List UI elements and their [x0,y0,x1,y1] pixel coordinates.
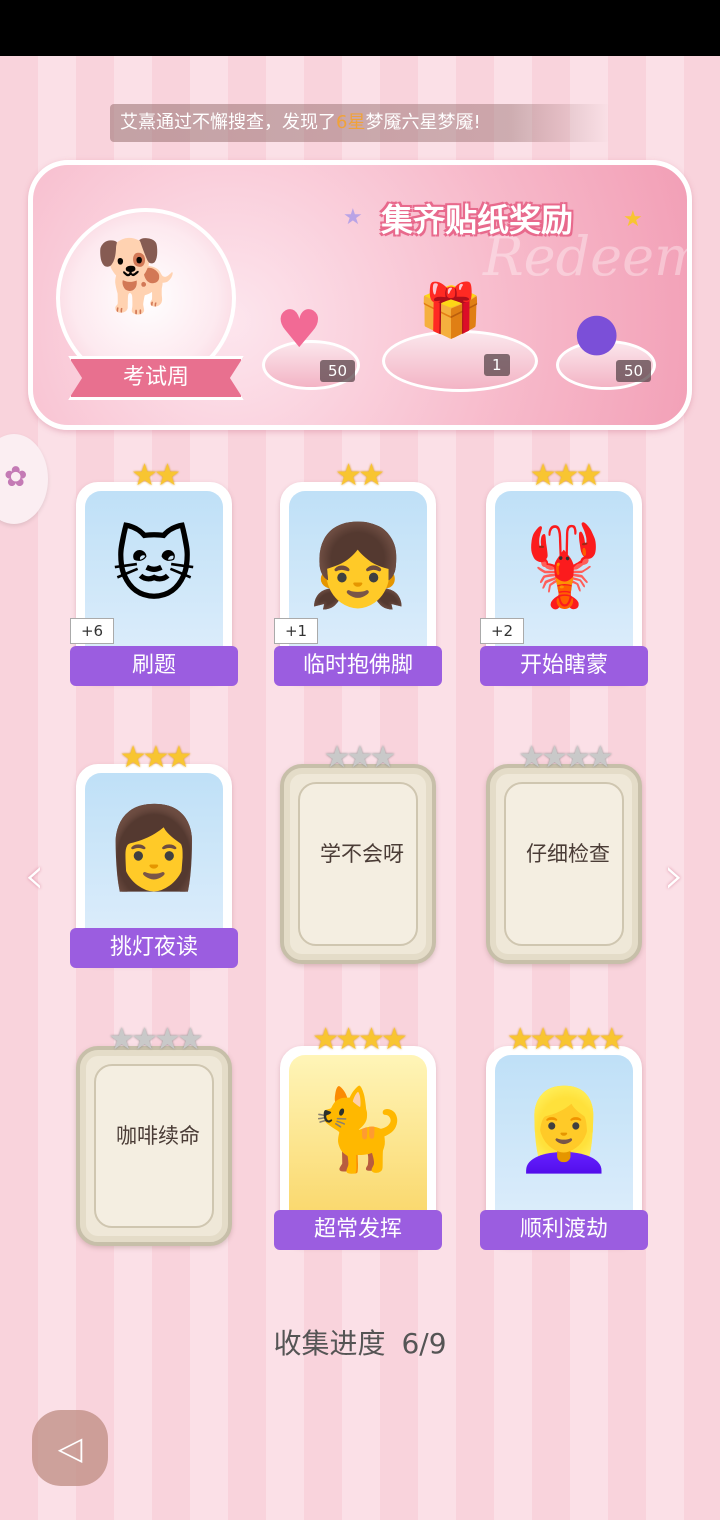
card-label: 咖啡续命 [116,1124,200,1148]
card-label: 刷题 [70,646,238,686]
card-frame: 学不会呀 [280,764,436,964]
announcement-ticker: 艾熹通过不懈搜查，发现了6星梦魇六星梦魇! [110,104,610,142]
star-rating: ★★ [131,458,181,493]
back-arrow-icon: ◁ [57,1429,83,1467]
sticker-card[interactable]: 🐱 ★★ +6 刷题 [70,458,238,690]
star-rating: ★★★ [529,458,603,493]
sticker-card[interactable]: 🐈 ★★★★ 超常发挥 [274,1022,442,1254]
shiba-dog-icon: 🐕 [95,235,183,317]
star-rating: ★★★★ [108,1022,204,1057]
reward-count: 1 [484,354,510,376]
progress-value: 6/9 [401,1327,447,1360]
count-badge: +1 [274,618,318,644]
fan-icon: ✿ [4,460,28,493]
collection-progress: 收集进度 6/9 [0,1322,720,1362]
star-icon: ★ [623,207,643,232]
card-label: 仔细检查 [526,842,610,866]
card-label: 开始瞎蒙 [480,646,648,686]
card-label: 临时抱佛脚 [274,646,442,686]
star-rating: ★★★★ [312,1022,408,1057]
heart-gem-icon[interactable]: ♥ [276,300,323,360]
reward-count: 50 [320,360,356,382]
ticker-text: 艾熹通过不懈搜查，发现了 [120,112,336,133]
ticker-highlight: 6星 [336,112,366,133]
count-badge: +2 [480,618,524,644]
card-label: 挑灯夜读 [70,928,238,968]
sticker-card[interactable]: 👩 ★★★ 挑灯夜读 [70,740,238,972]
reward-count: 50 [616,360,652,382]
count-badge: +6 [70,618,114,644]
card-label: 顺利渡劫 [480,1210,648,1250]
card-label: 超常发挥 [274,1210,442,1250]
sticker-card[interactable]: 👧 ★★ +1 临时抱佛脚 [274,458,442,690]
back-button[interactable]: ◁ [32,1410,108,1486]
sticker-card-locked[interactable]: 咖啡续命 ★★★★ [70,1022,238,1254]
progress-label: 收集进度 [273,1327,386,1360]
sticker-card-locked[interactable]: 仔细检查 ★★★★ [480,740,648,972]
card-frame: 咖啡续命 [76,1046,232,1246]
star-rating: ★★★ [119,740,193,775]
star-icon: ★ [343,205,363,230]
gift-box-icon[interactable]: 🎁 [418,280,483,341]
star-rating: ★★★★★ [506,1022,625,1057]
card-frame: 仔细检查 [486,764,642,964]
ticker-text-suffix: 梦魇六星梦魇! [365,112,481,133]
card-label: 学不会呀 [320,842,404,866]
prev-page-arrow[interactable]: ‹ [24,846,45,906]
purple-orb-icon[interactable]: ● [574,302,619,362]
status-bar [0,0,720,56]
star-rating: ★★★★ [518,740,614,775]
side-menu-button[interactable]: ✿ [0,434,48,524]
star-rating: ★★★ [323,740,397,775]
sticker-card[interactable]: 🦞 ★★★ +2 开始瞎蒙 [480,458,648,690]
next-page-arrow[interactable]: › [664,846,685,906]
star-rating: ★★ [335,458,385,493]
sticker-card-locked[interactable]: 学不会呀 ★★★ [274,740,442,972]
badge-label: 考试周 [68,356,244,400]
reward-title: 集齐贴纸奖励 [381,201,574,239]
sticker-card[interactable]: 👱‍♀️ ★★★★★ 顺利渡劫 [480,1022,648,1254]
